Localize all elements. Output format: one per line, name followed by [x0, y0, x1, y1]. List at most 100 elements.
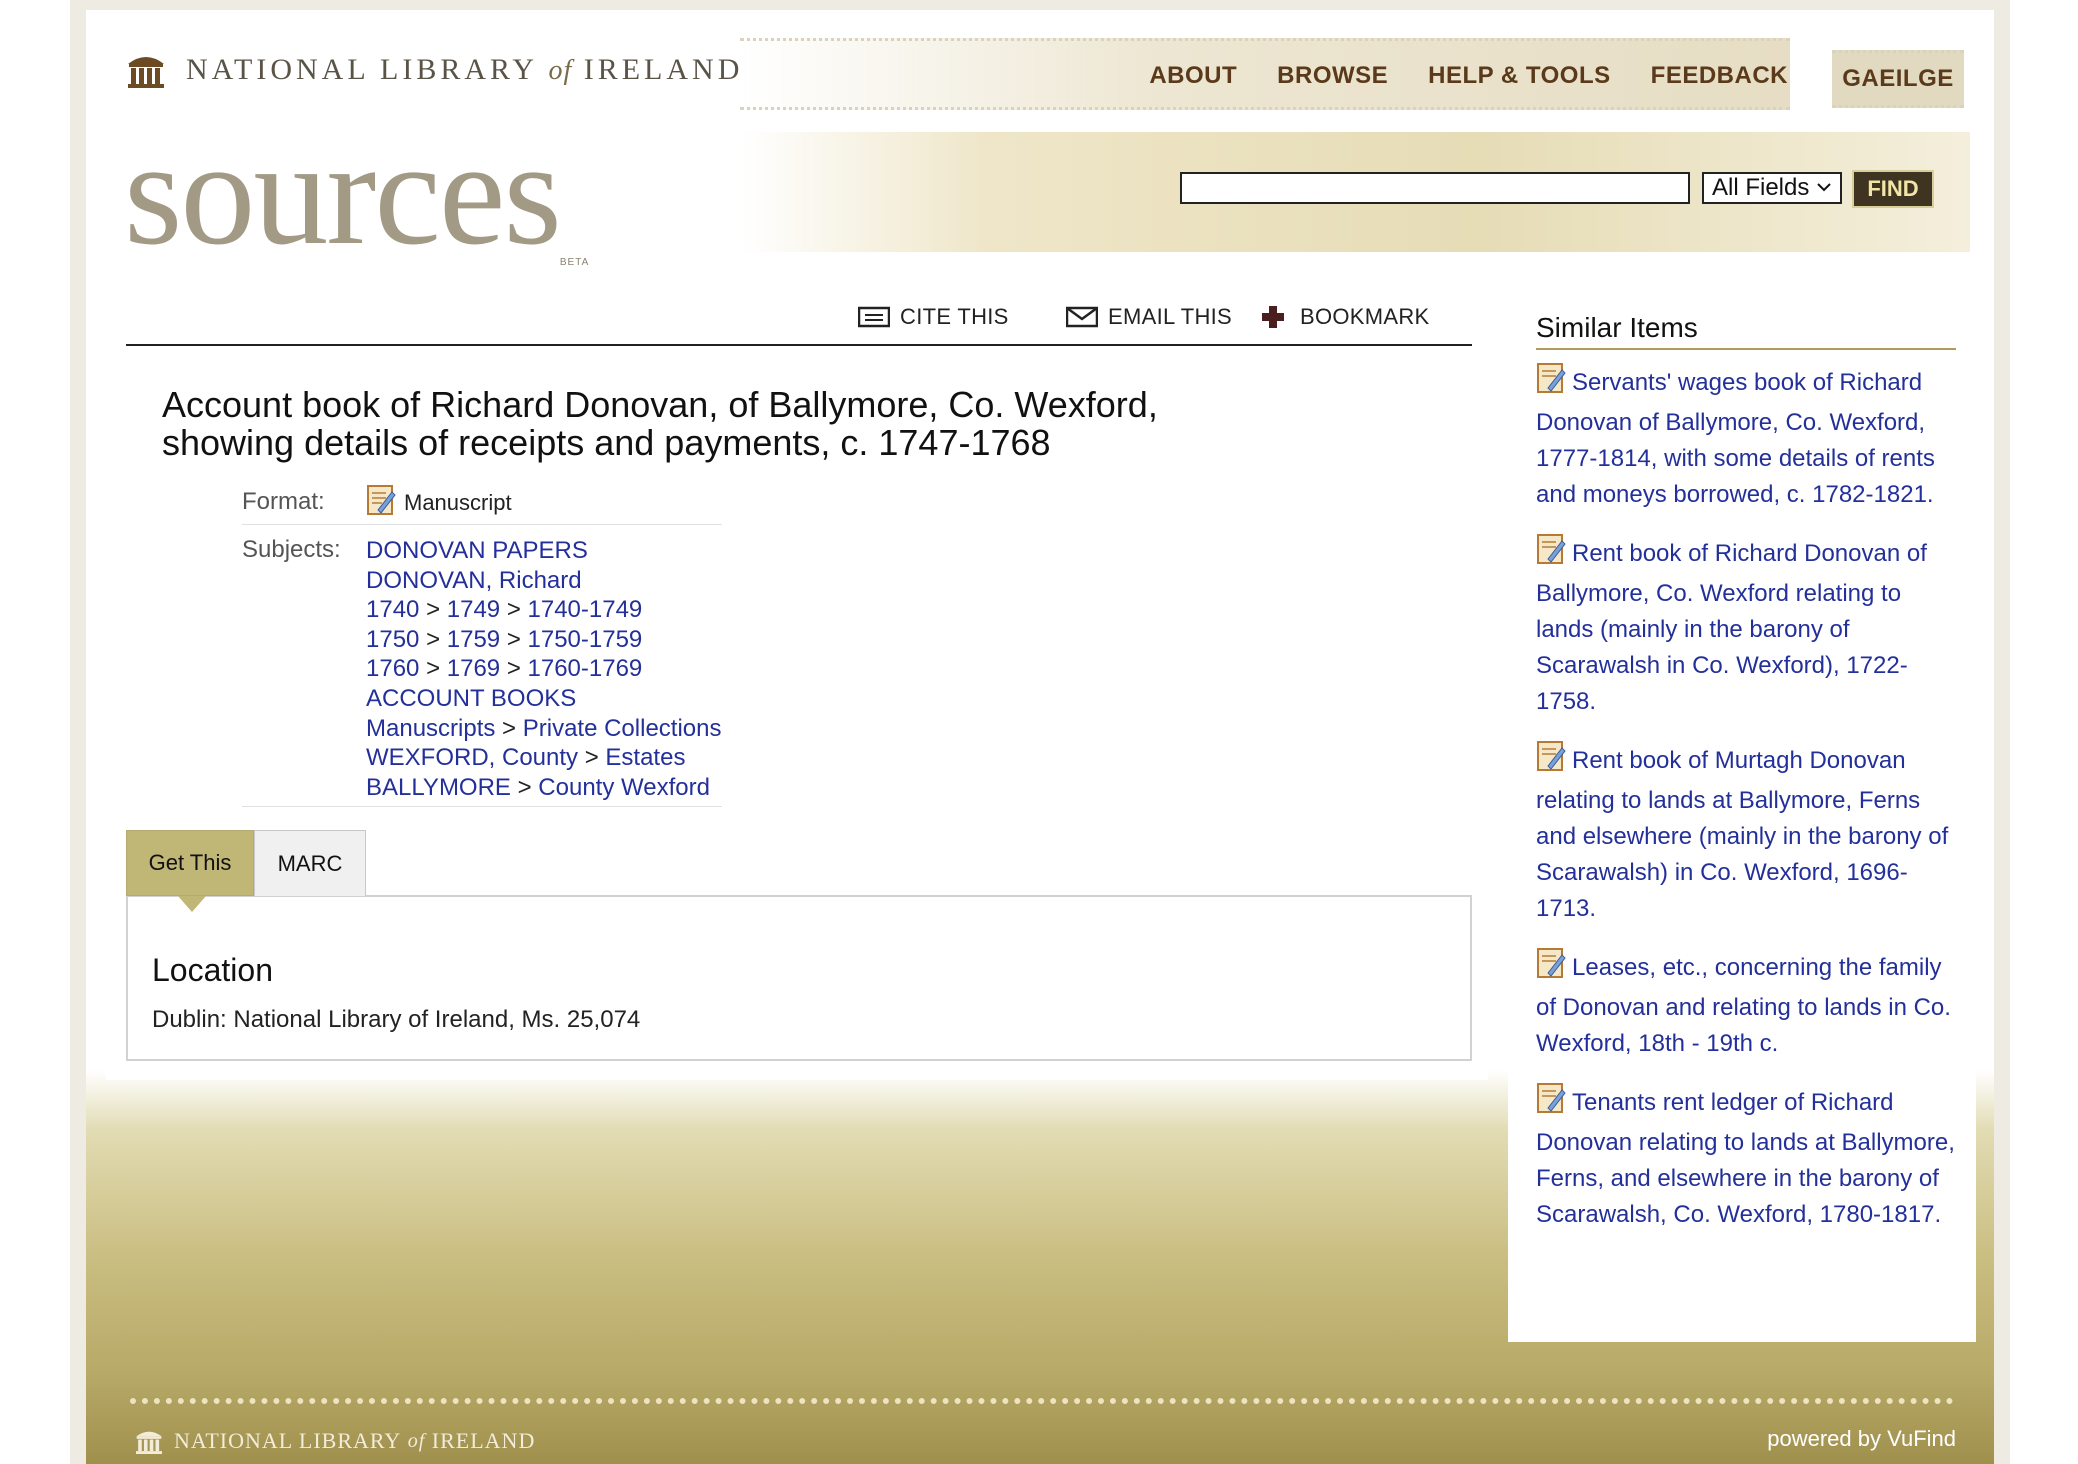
search-scope-select[interactable]: All Fields: [1702, 172, 1842, 204]
nav-browse[interactable]: BROWSE: [1277, 62, 1388, 90]
format-value: Manuscript: [366, 484, 512, 522]
library-logo[interactable]: NATIONAL LIBRARY of IRELAND: [126, 52, 743, 88]
divider: [242, 806, 722, 807]
subject-row: DONOVAN, Richard: [366, 566, 721, 596]
subject-link[interactable]: ACCOUNT BOOKS: [366, 685, 576, 712]
tab-get-this[interactable]: Get This: [126, 830, 254, 896]
bookmark-link[interactable]: BOOKMARK: [1262, 304, 1430, 330]
library-name-part: NATIONAL LIBRARY: [186, 53, 537, 86]
main-nav: ABOUT BROWSE HELP & TOOLS FEEDBACK: [1149, 62, 1788, 90]
sources-logo[interactable]: sourcesBETA: [124, 118, 589, 268]
format-text: Manuscript: [404, 490, 512, 515]
nav-help-tools[interactable]: HELP & TOOLS: [1428, 62, 1610, 90]
subject-link[interactable]: Manuscripts: [366, 715, 495, 742]
subject-separator: >: [584, 744, 599, 772]
language-switch: GAEILGE: [1832, 50, 1964, 108]
similar-items-title: Similar Items: [1536, 312, 1956, 350]
subject-row: DONOVAN PAPERS: [366, 536, 721, 566]
similar-item[interactable]: Leases, etc., concerning the family of D…: [1536, 947, 1956, 1062]
location-heading: Location: [152, 952, 273, 988]
subject-link[interactable]: 1769: [447, 655, 500, 682]
nav-feedback[interactable]: FEEDBACK: [1651, 62, 1788, 90]
subject-link[interactable]: WEXFORD, County: [366, 744, 578, 771]
subject-row: 1760 > 1769 > 1760-1769: [366, 654, 721, 684]
location-text: Dublin: National Library of Ireland, Ms.…: [152, 1006, 641, 1033]
record-title-line: Account book of Richard Donovan, of Ball…: [162, 384, 1158, 425]
subject-link[interactable]: 1749: [447, 596, 500, 623]
cite-this-link[interactable]: CITE THIS: [858, 304, 1009, 330]
similar-item-link[interactable]: Leases, etc., concerning the family of D…: [1536, 954, 1951, 1057]
subject-link[interactable]: DONOVAN, Richard: [366, 567, 582, 594]
subject-row: 1740 > 1749 > 1740-1749: [366, 595, 721, 625]
nav-about[interactable]: ABOUT: [1149, 62, 1237, 90]
tab-panel-get-this: [126, 895, 1472, 1061]
subject-link[interactable]: 1759: [447, 626, 500, 653]
cite-label: CITE THIS: [900, 304, 1009, 329]
record-toolbar: CITE THIS EMAIL THIS BOOKMARK: [126, 300, 1472, 346]
search-scope-value: All Fields: [1712, 174, 1810, 201]
subject-link[interactable]: Private Collections: [523, 715, 722, 742]
similar-item-link[interactable]: Servants' wages book of Richard Donovan …: [1536, 369, 1935, 508]
similar-item-link[interactable]: Rent book of Murtagh Donovan relating to…: [1536, 747, 1948, 922]
similar-item-link[interactable]: Rent book of Richard Donovan of Ballymor…: [1536, 540, 1927, 715]
library-building-icon: [134, 1428, 164, 1454]
similar-item[interactable]: Rent book of Richard Donovan of Ballymor…: [1536, 533, 1956, 720]
subject-row: Manuscripts > Private Collections: [366, 714, 721, 744]
language-link-gaeilge[interactable]: GAEILGE: [1842, 65, 1954, 93]
vufind-link[interactable]: VuFind: [1887, 1426, 1956, 1451]
search-input[interactable]: [1180, 172, 1690, 204]
chevron-down-icon: [1816, 173, 1832, 211]
email-this-link[interactable]: EMAIL THIS: [1066, 304, 1232, 330]
subject-link[interactable]: Estates: [605, 744, 685, 771]
subjects-list: DONOVAN PAPERS DONOVAN, Richard 1740 > 1…: [366, 536, 721, 802]
record-title: Account book of Richard Donovan, of Ball…: [162, 386, 1262, 462]
subject-link[interactable]: 1750-1759: [528, 626, 643, 653]
subject-separator: >: [517, 773, 532, 801]
library-building-icon: [126, 52, 166, 88]
powered-by-prefix: powered by: [1767, 1426, 1881, 1451]
subject-separator: >: [506, 596, 521, 624]
footer-library-name: IRELAND: [431, 1428, 536, 1453]
find-button[interactable]: FIND: [1852, 170, 1934, 208]
subjects-label: Subjects:: [242, 536, 341, 563]
manuscript-icon: [1536, 947, 1566, 990]
manuscript-icon: [1536, 1082, 1566, 1125]
similar-item[interactable]: Servants' wages book of Richard Donovan …: [1536, 362, 1956, 513]
similar-item[interactable]: Tenants rent ledger of Richard Donovan r…: [1536, 1082, 1956, 1233]
subject-row: WEXFORD, County > Estates: [366, 743, 721, 773]
subject-row: BALLYMORE > County Wexford: [366, 773, 721, 803]
subject-link[interactable]: 1760-1769: [528, 655, 643, 682]
subject-link[interactable]: 1750: [366, 626, 419, 653]
subject-link[interactable]: County Wexford: [538, 774, 710, 801]
manuscript-icon: [366, 484, 396, 522]
record-title-line: showing details of receipts and payments…: [162, 422, 1051, 463]
site-title: sources: [124, 110, 562, 276]
subject-separator: >: [506, 625, 521, 653]
subject-link[interactable]: BALLYMORE: [366, 774, 511, 801]
envelope-icon: [1066, 306, 1098, 328]
subject-row: 1750 > 1759 > 1750-1759: [366, 625, 721, 655]
subject-separator: >: [502, 714, 517, 742]
similar-item-link[interactable]: Tenants rent ledger of Richard Donovan r…: [1536, 1089, 1955, 1228]
similar-item[interactable]: Rent book of Murtagh Donovan relating to…: [1536, 740, 1956, 927]
manuscript-icon: [1536, 740, 1566, 783]
subject-separator: >: [506, 655, 521, 683]
subject-link[interactable]: 1740-1749: [528, 596, 643, 623]
divider: [242, 524, 722, 525]
subject-separator: >: [426, 655, 441, 683]
footer-library-logo[interactable]: NATIONAL LIBRARY of IRELAND: [134, 1428, 535, 1454]
manuscript-icon: [1536, 362, 1566, 405]
powered-by: powered by VuFind: [1767, 1426, 1956, 1452]
subject-separator: >: [426, 625, 441, 653]
library-name: NATIONAL LIBRARY of IRELAND: [186, 53, 743, 87]
subject-link[interactable]: 1740: [366, 596, 419, 623]
cite-icon: [858, 306, 890, 328]
footer-library-name: NATIONAL LIBRARY: [174, 1428, 402, 1453]
beta-badge: BETA: [559, 257, 590, 268]
tab-marc[interactable]: MARC: [254, 830, 366, 896]
tab-caret: [178, 896, 206, 912]
subject-separator: >: [426, 596, 441, 624]
similar-items-list: Servants' wages book of Richard Donovan …: [1536, 362, 1956, 1253]
subject-link[interactable]: DONOVAN PAPERS: [366, 537, 588, 564]
subject-link[interactable]: 1760: [366, 655, 419, 682]
